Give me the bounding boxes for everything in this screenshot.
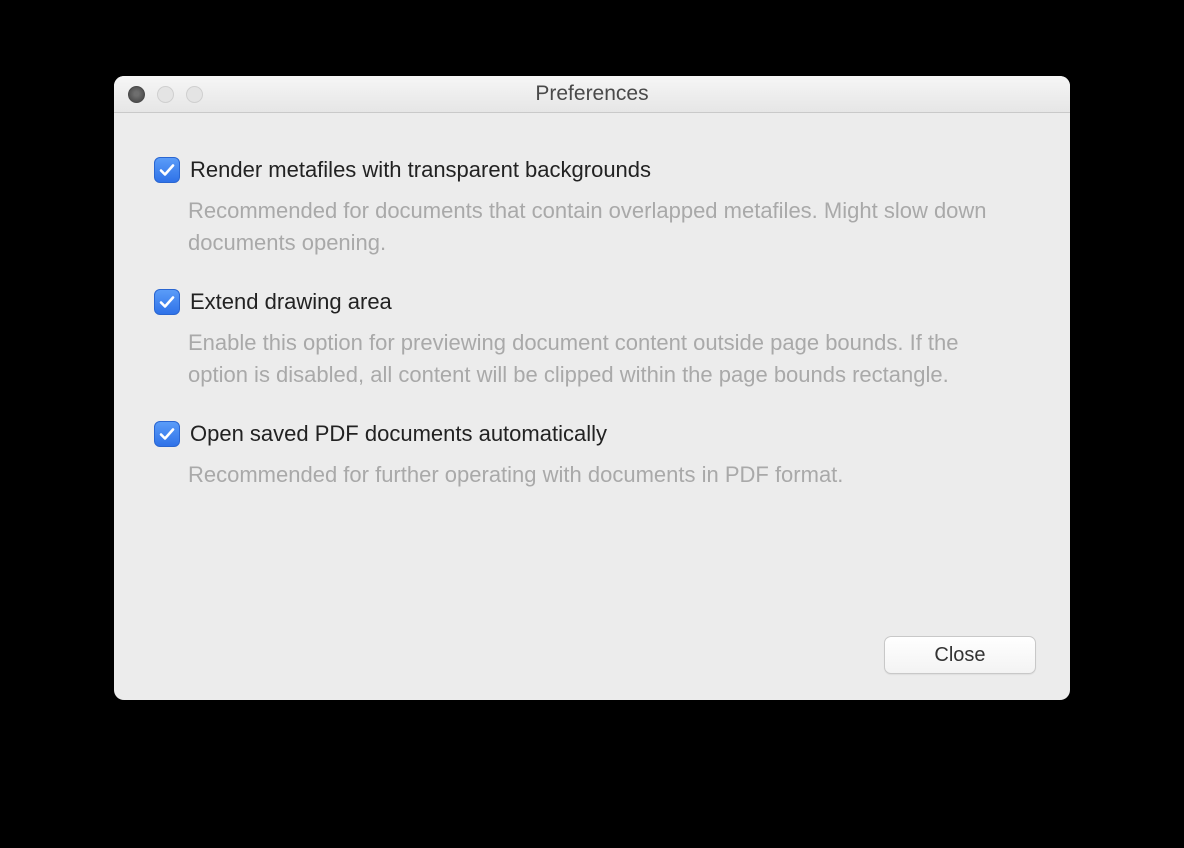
option-description: Enable this option for previewing docume… [188,327,1014,391]
option-label: Render metafiles with transparent backgr… [190,157,651,183]
option-description: Recommended for documents that contain o… [188,195,1014,259]
checkbox-render-metafiles[interactable] [154,157,180,183]
preferences-content: Render metafiles with transparent backgr… [114,113,1070,540]
button-row: Close [884,636,1036,674]
preferences-window: Preferences Render metafiles with transp… [114,76,1070,700]
window-controls [128,86,203,103]
close-button-label: Close [934,644,985,667]
checkbox-extend-drawing-area[interactable] [154,289,180,315]
option-description: Recommended for further operating with d… [188,459,1014,491]
window-minimize-button[interactable] [157,86,174,103]
checkmark-icon [158,161,176,179]
option-open-saved-pdf: Open saved PDF documents automatically R… [154,421,1014,491]
checkmark-icon [158,425,176,443]
checkbox-open-saved-pdf[interactable] [154,421,180,447]
option-extend-drawing-area: Extend drawing area Enable this option f… [154,289,1014,391]
close-button[interactable]: Close [884,636,1036,674]
option-label: Extend drawing area [190,289,392,315]
window-close-button[interactable] [128,86,145,103]
option-label: Open saved PDF documents automatically [190,421,607,447]
window-title: Preferences [114,82,1070,106]
titlebar: Preferences [114,76,1070,113]
option-render-metafiles: Render metafiles with transparent backgr… [154,157,1014,259]
window-zoom-button[interactable] [186,86,203,103]
checkmark-icon [158,293,176,311]
